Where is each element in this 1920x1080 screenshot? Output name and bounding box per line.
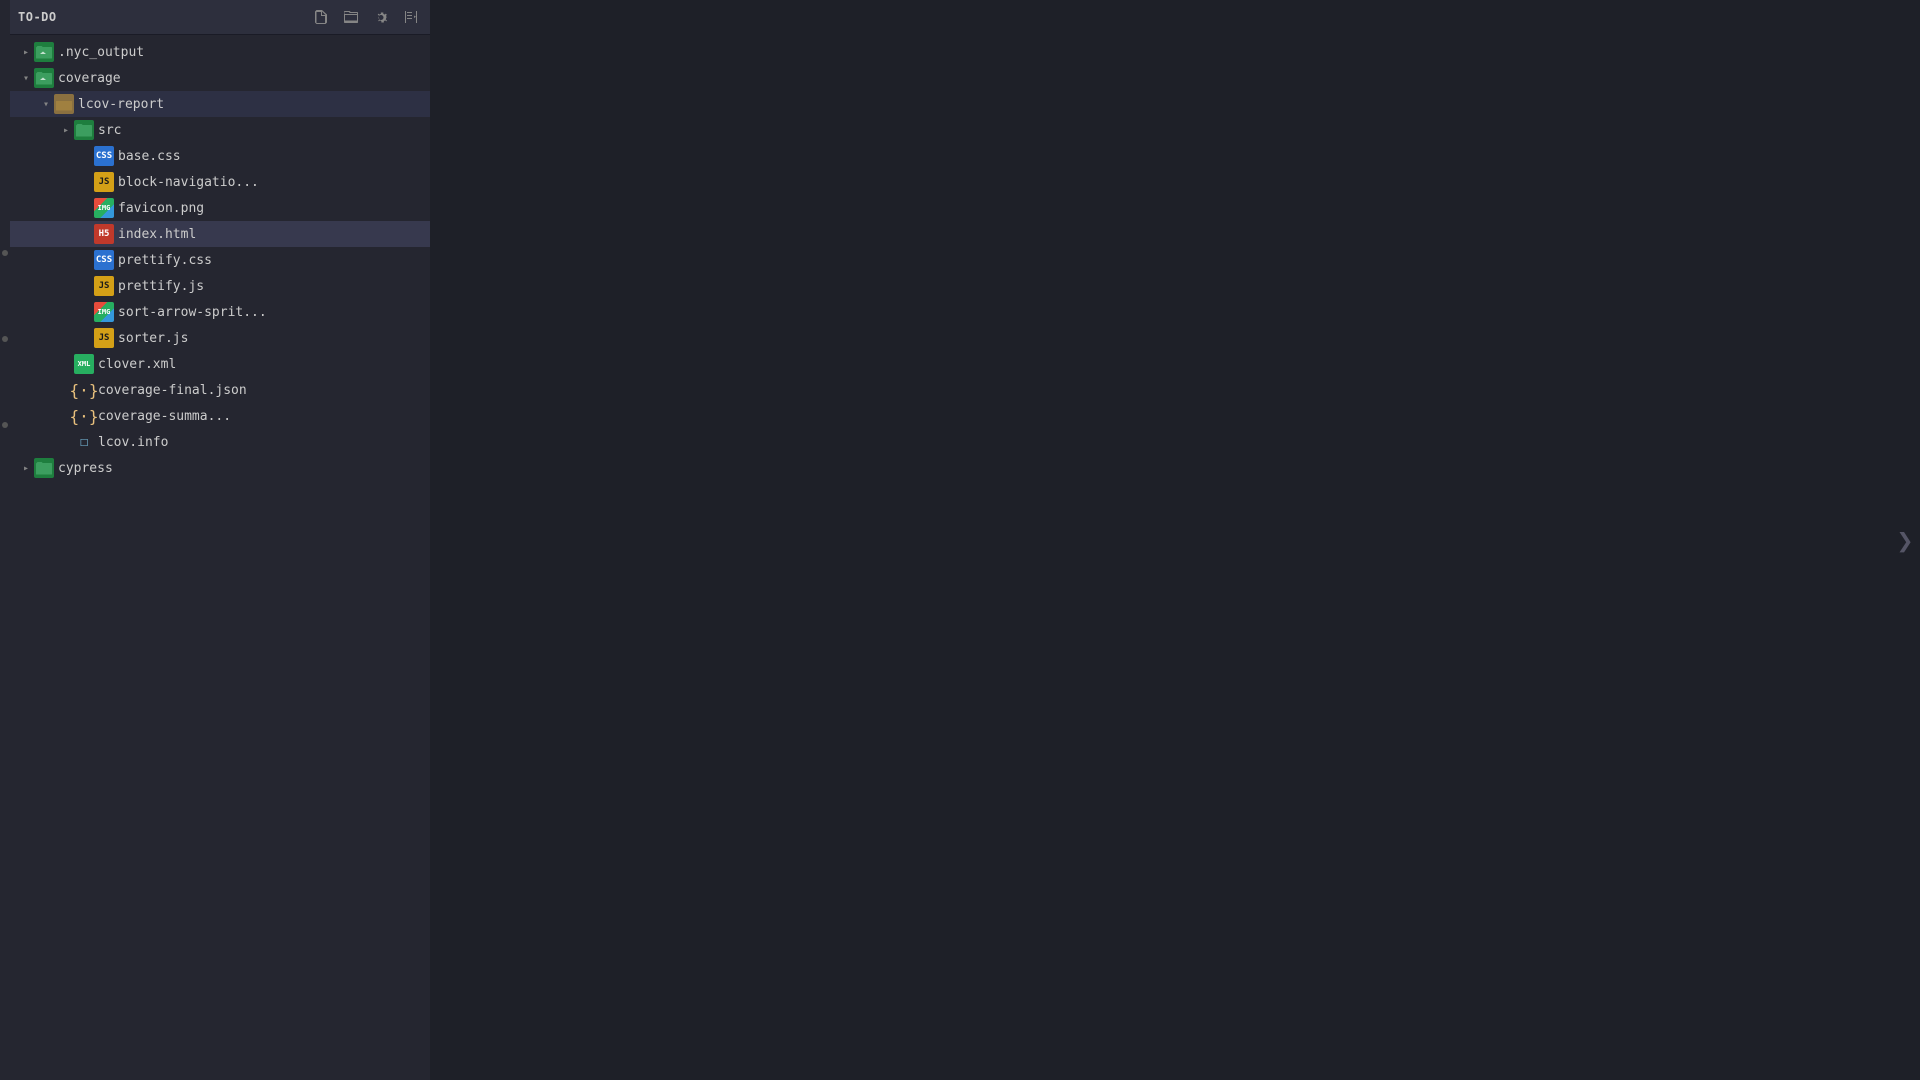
tree-item-cypress[interactable]: cypress [10,455,430,481]
chevron-coverage [18,70,34,86]
label-favicon-png: favicon.png [118,201,422,216]
tree-item-coverage-final-json[interactable]: {·} coverage-final.json [10,377,430,403]
refresh-button[interactable] [370,6,392,28]
file-icon-sorter-js: JS [94,328,114,348]
folder-icon-cypress [34,458,54,478]
label-prettify-js: prettify.js [118,279,422,294]
file-icon-sort-arrow-sprite: IMG [94,302,114,322]
new-folder-button[interactable] [340,6,362,28]
file-icon-coverage-final-json: {·} [74,380,94,400]
label-sorter-js: sorter.js [118,331,422,346]
folder-icon-coverage [34,68,54,88]
label-coverage: coverage [58,71,422,86]
activity-bar-right: ❯ [1890,0,1920,1080]
tree-item-sorter-js[interactable]: JS sorter.js [10,325,430,351]
tree-item-block-navigation[interactable]: JS block-navigatio... [10,169,430,195]
edge-indicator-3 [2,422,8,428]
file-icon-favicon-png: IMG [94,198,114,218]
label-src: src [98,123,422,138]
label-base-css: base.css [118,149,422,164]
chevron-lcov-report [38,96,54,112]
folder-icon-src [74,120,94,140]
new-file-button[interactable] [310,6,332,28]
file-icon-clover-xml: XML [74,354,94,374]
tree-item-clover-xml[interactable]: XML clover.xml [10,351,430,377]
label-sort-arrow-sprite: sort-arrow-sprit... [118,305,422,320]
label-clover-xml: clover.xml [98,357,422,372]
file-icon-prettify-js: JS [94,276,114,296]
file-icon-base-css: CSS [94,146,114,166]
label-nyc-output: .nyc_output [58,45,422,60]
file-icon-index-html: H5 [94,224,114,244]
tree-item-favicon-png[interactable]: IMG favicon.png [10,195,430,221]
tree-item-sort-arrow-sprite[interactable]: IMG sort-arrow-sprit... [10,299,430,325]
tree-item-lcov-info[interactable]: ☐ lcov.info [10,429,430,455]
tree-item-index-html[interactable]: H5 index.html [10,221,430,247]
chevron-nyc-output [18,44,34,60]
left-edge [0,0,10,1080]
label-index-html: index.html [118,227,422,242]
tree-item-coverage[interactable]: coverage [10,65,430,91]
label-coverage-final-json: coverage-final.json [98,383,422,398]
tree-item-prettify-css[interactable]: CSS prettify.css [10,247,430,273]
tree-item-src[interactable]: src [10,117,430,143]
sidebar: TO-DO [10,0,430,1080]
tree-item-lcov-report[interactable]: lcov-report [10,91,430,117]
file-icon-block-navigation: JS [94,172,114,192]
file-icon-lcov-info: ☐ [74,432,94,452]
tree-item-base-css[interactable]: CSS base.css [10,143,430,169]
collapse-all-button[interactable] [400,6,422,28]
tree-item-coverage-summary[interactable]: {·} coverage-summa... [10,403,430,429]
edge-indicator-1 [2,250,8,256]
folder-icon-nyc-output [34,42,54,62]
label-lcov-info: lcov.info [98,435,422,450]
label-cypress: cypress [58,461,422,476]
main-content [430,0,1890,1080]
chevron-src [58,122,74,138]
label-prettify-css: prettify.css [118,253,422,268]
expand-right-button[interactable]: ❯ [1897,524,1914,557]
edge-indicator-2 [2,336,8,342]
tree-item-prettify-js[interactable]: JS prettify.js [10,273,430,299]
tree-item-nyc-output[interactable]: .nyc_output [10,39,430,65]
folder-icon-lcov-report [54,94,74,114]
file-icon-coverage-summary: {·} [74,406,94,426]
file-icon-prettify-css: CSS [94,250,114,270]
chevron-cypress [18,460,34,476]
label-block-navigation: block-navigatio... [118,175,422,190]
label-coverage-summary: coverage-summa... [98,409,422,424]
label-lcov-report: lcov-report [78,97,422,112]
sidebar-header: TO-DO [10,0,430,35]
sidebar-title: TO-DO [18,10,302,24]
file-tree: .nyc_output coverage lc [10,35,430,1080]
